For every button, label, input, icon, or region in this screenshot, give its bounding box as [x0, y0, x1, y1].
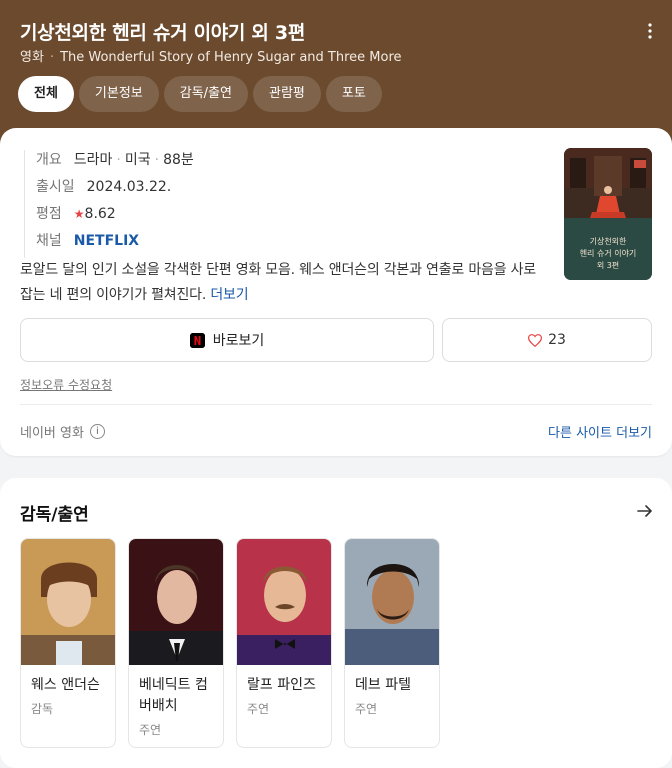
cast-role: 감독	[31, 702, 54, 716]
watch-label: 바로보기	[212, 333, 265, 349]
poster-title-line1: 기상천외한	[590, 236, 627, 246]
page-title: 기상천외한 헨리 슈거 이야기 외 3편	[20, 22, 306, 44]
cast-card-section: 감독/출연 웨스 앤더슨 감독 베네딕트 컴버배치 주연 랄프 파인즈 주연 데…	[0, 478, 672, 768]
like-button[interactable]: 23	[442, 318, 652, 362]
source-text: 네이버 영화	[20, 426, 84, 441]
netflix-logo-icon	[189, 332, 205, 348]
separator-dot: ·	[49, 50, 55, 65]
cast-role: 주연	[247, 702, 270, 716]
cast-name: 웨스 앤더슨	[31, 677, 100, 693]
rating-label: 평점	[36, 206, 62, 222]
cast-list: 웨스 앤더슨 감독 베네딕트 컴버배치 주연 랄프 파인즈 주연 데브 파텔 주…	[20, 538, 440, 748]
subtitle-genre: 영화	[20, 50, 44, 65]
tab-reviews[interactable]: 관람평	[253, 76, 321, 112]
other-sites-link[interactable]: 다른 사이트 더보기	[548, 422, 652, 441]
description-more-link[interactable]: 더보기	[210, 287, 248, 303]
release-date: 2024.03.22.	[86, 179, 172, 195]
movie-poster[interactable]: 기상천외한 헨리 슈거 이야기 외 3편	[564, 148, 652, 280]
release-row: 출시일 2024.03.22.	[36, 177, 194, 204]
cast-section-title: 감독/출연	[20, 505, 89, 525]
cast-item[interactable]: 웨스 앤더슨 감독	[20, 538, 116, 748]
cast-name: 베네딕트 컴버배치	[139, 677, 208, 714]
release-label: 출시일	[36, 179, 75, 195]
movie-info-card: 개요 드라마 · 미국 · 88분 출시일 2024.03.22. 평점 ★8.62 채널 NE…	[0, 128, 672, 456]
genre-value: 드라마	[73, 152, 113, 168]
cast-photo-benedict-cumberbatch	[129, 539, 223, 665]
cast-role: 주연	[139, 723, 162, 737]
star-icon: ★	[73, 207, 85, 221]
cast-photo-ralph-fiennes	[237, 539, 331, 665]
separator-dot: ·	[154, 152, 160, 168]
source-label: 네이버 영화 i	[20, 422, 105, 441]
tab-bar: 전체 기본정보 감독/출연 관람평 포토	[18, 76, 382, 112]
more-vertical-icon[interactable]	[642, 20, 658, 42]
cast-item[interactable]: 데브 파텔 주연	[344, 538, 440, 748]
heart-icon	[528, 333, 543, 347]
tab-basic-info[interactable]: 기본정보	[78, 76, 159, 112]
tab-cast[interactable]: 감독/출연	[163, 76, 248, 112]
info-list: 개요 드라마 · 미국 · 88분 출시일 2024.03.22. 평점 ★8.62 채널 NE…	[24, 150, 194, 258]
overview-label: 개요	[36, 152, 62, 168]
description: 로알드 달의 인기 소설을 각색한 단편 영화 모음. 웨스 앤더슨의 각본과 …	[20, 258, 546, 308]
cast-name: 데브 파텔	[355, 677, 411, 693]
cast-item[interactable]: 랄프 파인즈 주연	[236, 538, 332, 748]
arrow-right-icon[interactable]	[636, 502, 654, 520]
description-text: 로알드 달의 인기 소설을 각색한 단편 영화 모음. 웨스 앤더슨의 각본과 …	[20, 262, 536, 303]
tab-photos[interactable]: 포토	[325, 76, 382, 112]
subtitle-original-title: The Wonderful Story of Henry Sugar and T…	[60, 50, 402, 65]
edit-request-link[interactable]: 정보오류 수정요청	[20, 376, 112, 393]
poster-title-line2: 헨리 슈거 이야기	[580, 248, 637, 258]
cast-item[interactable]: 베네딕트 컴버배치 주연	[128, 538, 224, 748]
tab-all[interactable]: 전체	[18, 76, 74, 112]
rating-value: 8.62	[84, 206, 116, 222]
watch-button[interactable]: 바로보기	[20, 318, 434, 362]
runtime-value: 88분	[163, 152, 194, 168]
cast-role: 주연	[355, 702, 378, 716]
channel-label: 채널	[36, 233, 62, 249]
like-count: 23	[548, 332, 566, 348]
poster-title-line3: 외 3편	[597, 260, 619, 270]
separator-dot: ·	[116, 152, 121, 168]
divider	[20, 404, 652, 405]
country-value: 미국	[124, 152, 151, 168]
channel-row: 채널 NETFLIX	[36, 231, 194, 258]
info-circle-icon[interactable]: i	[89, 424, 105, 439]
subtitle: 영화 · The Wonderful Story of Henry Sugar an…	[20, 46, 402, 65]
rating-row: 평점 ★8.62	[36, 204, 194, 231]
cast-name: 랄프 파인즈	[247, 677, 316, 693]
cast-photo-dev-patel	[345, 539, 439, 665]
overview-row: 개요 드라마 · 미국 · 88분	[36, 150, 194, 177]
cast-photo-wes-anderson	[21, 539, 115, 665]
channel-link[interactable]: NETFLIX	[74, 233, 139, 249]
